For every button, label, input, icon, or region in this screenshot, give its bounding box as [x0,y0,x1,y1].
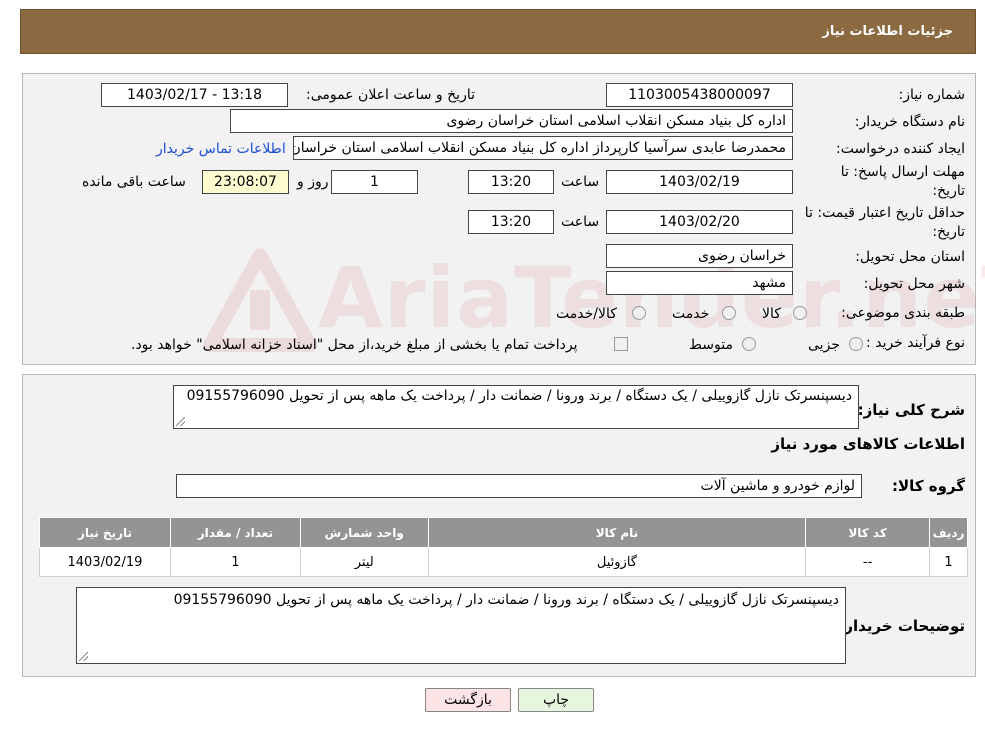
buyer-notes-text: دیسپنسرتک نازل گازوییلی / یک دستگاه / بر… [173,592,839,608]
cell-code: -- [805,547,931,577]
remaining-days-field: 1 [331,170,418,194]
creator-label: ایجاد کننده درخواست: [836,141,965,157]
cell-qty: 1 [169,547,301,577]
resize-grip-icon[interactable] [176,417,185,426]
reply-date-field: 1403/02/19 [606,170,793,194]
validity-date-field: 1403/02/20 [606,210,793,234]
validity-time-field: 13:20 [468,210,554,234]
page-header: جزئیات اطلاعات نیاز [20,9,976,54]
process-radio-minor[interactable] [849,337,863,351]
category-radio-goods-service[interactable] [632,306,646,320]
resize-grip-icon[interactable] [79,652,88,661]
description-text: دیسپنسرتک نازل گازوییلی / یک دستگاه / بر… [186,388,852,404]
buyer-org-label: نام دستگاه خریدار: [854,114,965,130]
col-name-header: نام کالا [427,517,807,548]
category-label: طبقه بندی موضوعی: [841,305,965,321]
reply-deadline-label: مهلت ارسال پاسخ: تا [840,164,965,180]
creator-field: محمدرضا عابدی سرآسیا کارپرداز اداره کل ب… [293,136,793,160]
need-number-field: 1103005438000097 [606,83,793,107]
validity-label: حداقل تاریخ اعتبار قیمت: تا [804,205,965,221]
cell-name: گازوئیل [427,547,807,577]
cell-row: 1 [929,547,968,577]
category-radio-goods[interactable] [793,306,807,320]
contact-buyer-link[interactable]: اطلاعات تماس خریدار [156,141,286,157]
buyer-notes-textarea[interactable]: دیسپنسرتک نازل گازوییلی / یک دستگاه / بر… [76,587,846,664]
col-unit-header: واحد شمارش [299,517,429,548]
announce-label: تاریخ و ساعت اعلان عمومی: [306,87,475,103]
col-row-header: ردیف [929,517,968,548]
category-option-goods-service: کالا/خدمت [556,306,617,322]
items-table-wrap: ردیف کد کالا نام کالا واحد شمارش تعداد /… [39,517,968,577]
col-date-header: تاریخ نیاز [39,517,171,548]
reply-time-label: ساعت [561,174,600,190]
page-title: جزئیات اطلاعات نیاز [822,24,953,39]
treasury-checkbox[interactable] [614,337,628,351]
days-label: روز و [297,174,329,190]
items-section-title: اطلاعات کالاهای مورد نیاز [771,435,965,453]
process-option-medium: متوسط [689,337,733,353]
city-label: شهر محل تحویل: [863,276,965,292]
payment-note: پرداخت تمام یا بخشی از مبلغ خرید،از محل … [131,337,578,353]
cell-unit: لیتر [299,547,429,577]
group-field: لوازم خودرو و ماشین آلات [176,474,862,498]
col-qty-header: تعداد / مقدار [169,517,301,548]
print-button[interactable]: چاپ [518,688,594,712]
description-label: شرح کلی نیاز: [857,401,965,419]
items-table: ردیف کد کالا نام کالا واحد شمارش تعداد /… [39,517,968,577]
table-header-row: ردیف کد کالا نام کالا واحد شمارش تعداد /… [39,517,968,548]
announce-value: 1403/02/17 - 13:18 [127,87,262,103]
back-button[interactable]: بازگشت [425,688,511,712]
description-textarea[interactable]: دیسپنسرتک نازل گازوییلی / یک دستگاه / بر… [173,385,859,429]
process-radio-medium[interactable] [742,337,756,351]
validity-time-label: ساعت [561,214,600,230]
cell-date: 1403/02/19 [39,547,171,577]
need-number-label: شماره نیاز: [898,87,966,103]
buyer-org-field: اداره کل بنیاد مسکن انقلاب اسلامی استان … [230,109,793,133]
process-option-minor: جزیی [808,337,840,353]
remaining-label: ساعت باقی مانده [82,174,186,190]
buyer-notes-label: توضیحات خریدار: [838,617,965,635]
process-label: نوع فرآیند خرید : [866,335,965,351]
category-option-goods: کالا [762,306,781,322]
validity-label-date: تاریخ: [932,224,965,240]
category-option-service: خدمت [672,306,710,322]
province-field: خراسان رضوی [606,244,793,268]
remaining-time-field: 23:08:07 [202,170,289,194]
category-radio-service[interactable] [722,306,736,320]
col-code-header: کد کالا [805,517,931,548]
announce-field: 1403/02/17 - 13:18 [101,83,288,107]
reply-time-field: 13:20 [468,170,554,194]
reply-deadline-label-date: تاریخ: [932,183,965,199]
group-label: گروه کالا: [892,477,965,495]
table-row: 1 -- گازوئیل لیتر 1 1403/02/19 [39,547,968,577]
city-field: مشهد [606,271,793,295]
province-label: استان محل تحویل: [855,249,965,265]
